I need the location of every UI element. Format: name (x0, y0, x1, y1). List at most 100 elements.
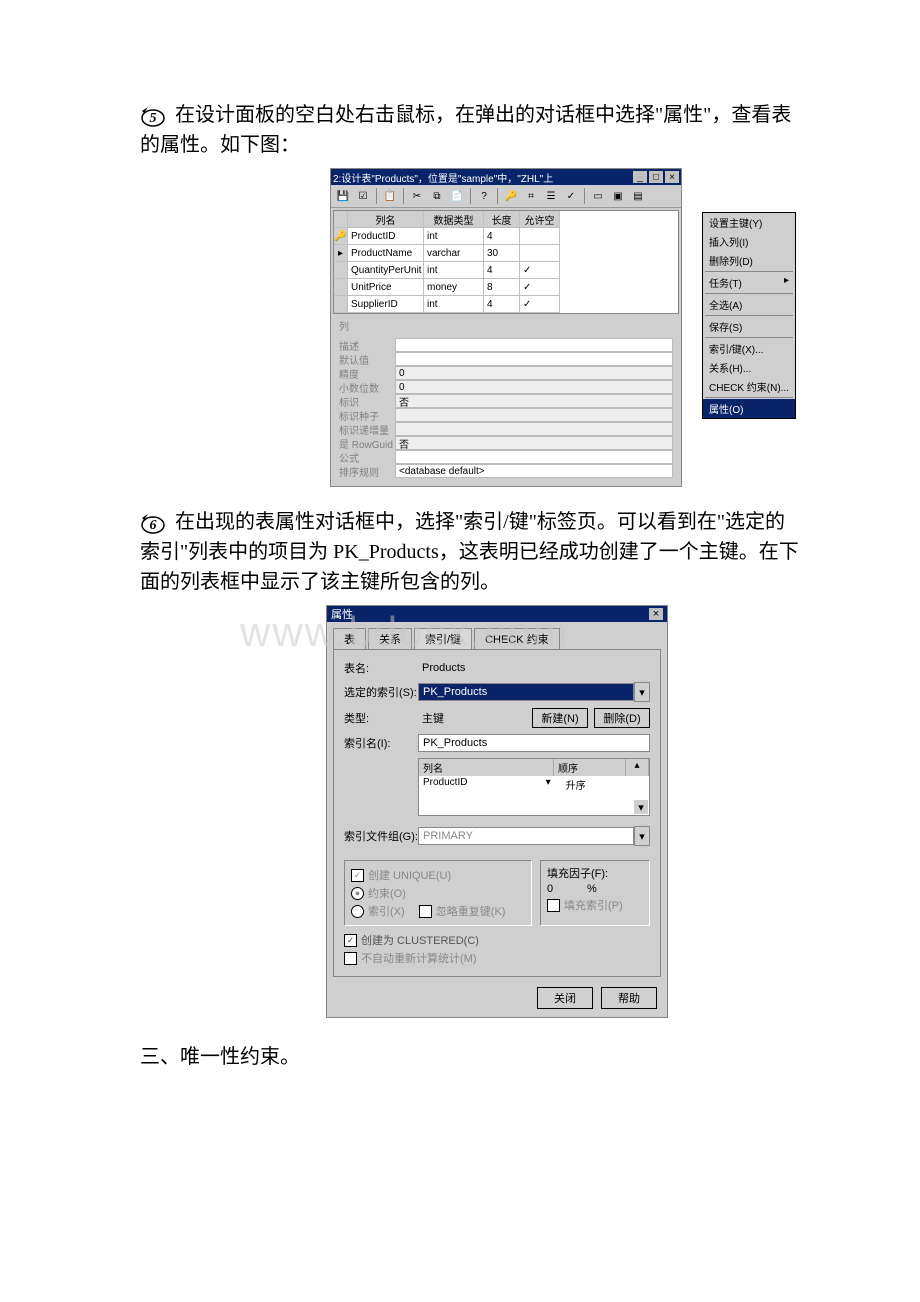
table-cell[interactable]: money (424, 279, 484, 296)
index-name-input[interactable]: PK_Products (418, 734, 650, 752)
scroll-down-icon[interactable]: ▾ (634, 800, 648, 814)
step5-icon: 5 (140, 105, 166, 127)
prop-value[interactable]: 否 (395, 436, 673, 450)
row-selector-icon[interactable]: ▸ (334, 245, 348, 262)
paste-icon[interactable]: 📋 (381, 187, 399, 205)
copy-icon[interactable]: ⧉ (428, 187, 446, 205)
prop-value: 0 (395, 380, 673, 394)
prop-label: 小数位数 (339, 380, 395, 395)
index-radio: 索引(X) 忽略重复键(K) (351, 903, 525, 919)
table-cell[interactable]: 4 (484, 228, 520, 245)
col-type-header: 数据类型 (424, 211, 484, 228)
step6-text: 在出现的表属性对话框中，选择"索引/键"标签页。可以看到在"选定的索引"列表中的… (140, 511, 799, 593)
table-cell[interactable]: int (424, 262, 484, 279)
table-cell[interactable]: varchar (424, 245, 484, 262)
properties-icon[interactable]: ☑ (354, 187, 372, 205)
step6-icon: 6 (140, 512, 166, 534)
close-button[interactable]: 关闭 (537, 987, 593, 1009)
table-cell[interactable]: ✓ (520, 296, 560, 313)
help-icon[interactable]: ? (475, 187, 493, 205)
table-cell[interactable]: ProductName (348, 245, 424, 262)
table-cell[interactable]: ✓ (520, 262, 560, 279)
table-cell[interactable]: ✓ (520, 279, 560, 296)
chevron-down-icon[interactable]: ▾ (542, 776, 562, 793)
ctx-check[interactable]: CHECK 约束(N)... (703, 377, 795, 396)
prop-value[interactable] (395, 450, 673, 464)
ctx-relations[interactable]: 关系(H)... (703, 358, 795, 377)
ctx-save[interactable]: 保存(S) (703, 317, 795, 336)
ctx-indexes[interactable]: 索引/键(X)... (703, 339, 795, 358)
paste2-icon[interactable]: 📄 (448, 187, 466, 205)
dialog-title: 属性 (331, 606, 649, 622)
delete-button[interactable]: 删除(D) (594, 708, 650, 728)
tab-check[interactable]: CHECK 约束 (474, 628, 560, 649)
rel-icon[interactable]: ☰ (542, 187, 560, 205)
key-icon[interactable]: 🔑 (502, 187, 520, 205)
col-order-cell[interactable]: 升序 (562, 776, 627, 793)
check-icon[interactable]: ✓ (562, 187, 580, 205)
table-cell[interactable]: 30 (484, 245, 520, 262)
prop-value[interactable] (395, 352, 673, 366)
dialog-titlebar: 属性 × (327, 606, 667, 622)
cut-icon[interactable]: ✂ (408, 187, 426, 205)
prop-label: 是 RowGuid (339, 436, 395, 451)
table-cell[interactable]: ProductID (348, 228, 424, 245)
table-cell[interactable]: int (424, 296, 484, 313)
chevron-down-icon[interactable]: ▾ (634, 682, 650, 702)
table-cell[interactable]: 8 (484, 279, 520, 296)
maximize-icon[interactable]: □ (649, 171, 663, 183)
table-cell[interactable]: UnitPrice (348, 279, 424, 296)
unique-checkbox: ✓ 创建 UNIQUE(U) (351, 867, 525, 883)
designer-toolbar: 💾 ☑ 📋 ✂ ⧉ 📄 ? 🔑 ⌗ ☰ ✓ ▭ ▣ ▤ (331, 185, 681, 208)
norecompute-checkbox: 不自动重新计算统计(M) (344, 950, 650, 966)
prop-value[interactable]: 否 (395, 394, 673, 408)
ctx-task[interactable]: 任务(T)▸ (703, 273, 795, 292)
a-icon[interactable]: ▭ (589, 187, 607, 205)
clustered-checkbox[interactable]: ✓ 创建为 CLUSTERED(C) (344, 932, 650, 948)
save-icon[interactable]: 💾 (334, 187, 352, 205)
col-name-cell[interactable]: ProductID (419, 776, 542, 793)
designer-titlebar: 2:设计表"Products"，位置是"sample"中，"ZHL"上 _ □ … (331, 169, 681, 185)
table-cell[interactable] (520, 245, 560, 262)
step5-paragraph: 5 在设计面板的空白处右击鼠标，在弹出的对话框中选择"属性"，查看表的属性。如下… (140, 100, 800, 160)
selected-index-combo[interactable]: PK_Products (418, 683, 634, 701)
ctx-select-all[interactable]: 全选(A) (703, 295, 795, 314)
table-cell[interactable]: QuantityPerUnit (348, 262, 424, 279)
c-icon[interactable]: ▤ (629, 187, 647, 205)
col-tab-label: 列 (339, 318, 395, 333)
prop-label: 精度 (339, 366, 395, 381)
tab-relations[interactable]: 关系 (368, 628, 412, 649)
tab-indexes[interactable]: 索引/键 (414, 628, 472, 649)
col-name-header: 列名 (419, 759, 554, 776)
scroll-up-icon[interactable]: ▴ (626, 759, 649, 776)
close-icon[interactable]: × (665, 171, 679, 183)
minimize-icon[interactable]: _ (633, 171, 647, 183)
table-cell[interactable]: 4 (484, 262, 520, 279)
percent-label: % (587, 883, 597, 895)
tab-table[interactable]: 表 (333, 628, 366, 649)
prop-value (395, 422, 673, 436)
fill-factor-input[interactable]: 0 (547, 883, 583, 895)
index-columns-table[interactable]: 列名 顺序 ▴ ProductID ▾ 升序 ▾ (418, 758, 650, 816)
ctx-delete-column[interactable]: 删除列(D) (703, 251, 795, 270)
ctx-set-primary-key[interactable]: 设置主键(Y) (703, 213, 795, 232)
table-cell[interactable]: int (424, 228, 484, 245)
index-icon[interactable]: ⌗ (522, 187, 540, 205)
table-cell[interactable] (520, 228, 560, 245)
filegroup-combo[interactable]: PRIMARY (418, 827, 634, 845)
close-icon[interactable]: × (649, 608, 663, 620)
step6-paragraph: 6 在出现的表属性对话框中，选择"索引/键"标签页。可以看到在"选定的索引"列表… (140, 507, 800, 597)
new-button[interactable]: 新建(N) (532, 708, 588, 728)
prop-label: 描述 (339, 338, 395, 353)
table-cell[interactable]: 4 (484, 296, 520, 313)
prop-value[interactable]: <database default> (395, 464, 673, 478)
prop-value[interactable] (395, 338, 673, 352)
chevron-down-icon[interactable]: ▾ (634, 826, 650, 846)
prop-label: 标识递增量 (339, 422, 395, 437)
help-button[interactable]: 帮助 (601, 987, 657, 1009)
table-cell[interactable]: SupplierID (348, 296, 424, 313)
type-value: 主键 (418, 710, 486, 726)
ctx-insert-column[interactable]: 插入列(I) (703, 232, 795, 251)
ctx-properties[interactable]: 属性(O) (703, 399, 795, 418)
b-icon[interactable]: ▣ (609, 187, 627, 205)
